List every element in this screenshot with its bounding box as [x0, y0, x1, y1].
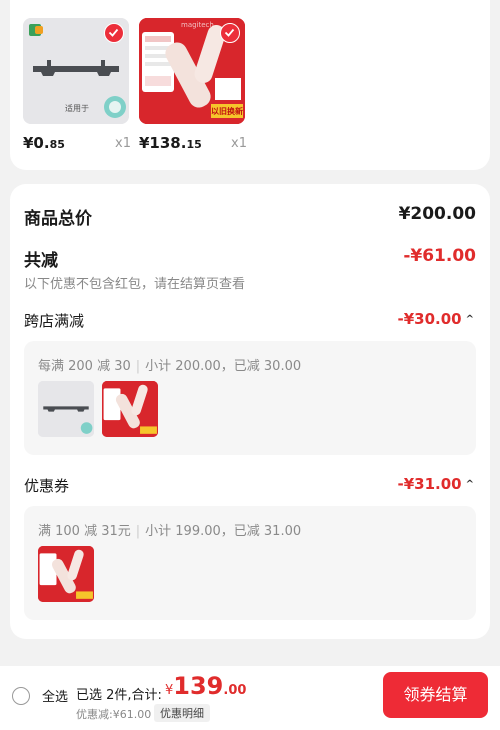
total-price: ¥139.00: [165, 672, 246, 700]
divider: |: [135, 359, 141, 374]
total-label: 商品总价: [24, 209, 92, 229]
reduce-label: 共减: [24, 251, 58, 271]
coupon-toggle[interactable]: -¥31.00 ^: [398, 475, 475, 493]
select-item-2-checkbox[interactable]: [220, 23, 240, 43]
cross-store-thumb-1[interactable]: [38, 381, 94, 437]
promo-badge: 以旧换新: [211, 107, 243, 116]
selected-count: 已选 2件,合计:: [76, 688, 162, 703]
coupon-value: -¥31.00: [397, 475, 462, 493]
total-value: ¥200.00: [398, 204, 476, 224]
hair-tool-icon: [38, 546, 94, 602]
product-image-2[interactable]: magitech 以旧换新: [139, 18, 245, 124]
select-item-1-checkbox[interactable]: [104, 23, 124, 43]
brand-label: magitech: [181, 21, 214, 29]
cross-store-thumb-2[interactable]: [102, 381, 158, 437]
rail-accessory-icon: [38, 381, 94, 437]
cross-store-title: 跨店满减: [24, 312, 85, 330]
chevron-up-icon: ^: [465, 314, 474, 325]
hair-tool-icon: [102, 381, 158, 437]
coupon-subtotal: 小计 199.00，已减 31.00: [145, 524, 302, 539]
check-icon: [108, 28, 119, 37]
chevron-up-icon: ^: [465, 479, 474, 490]
cart-items-card: 适用于 magitech 以旧换新 ¥0.85 x1 ¥138.15 x1: [10, 0, 490, 170]
checkout-button[interactable]: 领券结算: [383, 672, 488, 718]
product-image-1[interactable]: 适用于: [23, 18, 129, 124]
coupon-detail: 满 100 减 31元 | 小计 199.00，已减 31.00: [24, 506, 476, 620]
checkout-bar: 全选 已选 2件,合计: ¥139.00 优惠减:¥61.00 优惠明细 领券结…: [0, 666, 500, 730]
reduce-value: -¥61.00: [403, 246, 476, 266]
check-icon: [224, 28, 235, 37]
coupon-rule-line: 满 100 减 31元 | 小计 199.00，已减 31.00: [38, 520, 301, 539]
discount-detail-button[interactable]: 优惠明细: [154, 704, 210, 722]
item-1-qty: x1: [115, 136, 131, 151]
cross-store-detail: 每满 200 减 30 | 小计 200.00，已减 30.00: [24, 341, 476, 455]
select-all-label[interactable]: 全选: [42, 686, 68, 705]
divider: |: [135, 524, 141, 539]
cross-store-toggle[interactable]: -¥30.00 ^: [398, 310, 475, 328]
cross-store-rule: 每满 200 减 30: [38, 359, 131, 374]
item-1-price: ¥0.85: [23, 134, 65, 152]
cross-store-rule-line: 每满 200 减 30 | 小计 200.00，已减 30.00: [38, 355, 301, 374]
total-integer: 139: [173, 672, 224, 700]
discount-amount: 优惠减:¥61.00: [76, 708, 152, 721]
coupon-title: 优惠券: [24, 477, 70, 495]
total-decimal: .00: [223, 683, 247, 698]
coupon-rule: 满 100 减 31元: [38, 524, 131, 539]
discount-note: 以下优惠不包含红包，请在结算页查看: [24, 277, 246, 292]
cross-store-value: -¥30.00: [397, 310, 462, 328]
select-all-radio[interactable]: [12, 687, 30, 705]
usage-label: 适用于: [65, 104, 89, 113]
cross-store-subtotal: 小计 200.00，已减 30.00: [145, 359, 302, 374]
coupon-thumb-1[interactable]: [38, 546, 94, 602]
price-summary-card: 商品总价 ¥200.00 共减 -¥61.00 以下优惠不包含红包，请在结算页查…: [10, 184, 490, 639]
item-2-price: ¥138.15: [139, 134, 202, 152]
item-2-qty: x1: [231, 136, 247, 151]
